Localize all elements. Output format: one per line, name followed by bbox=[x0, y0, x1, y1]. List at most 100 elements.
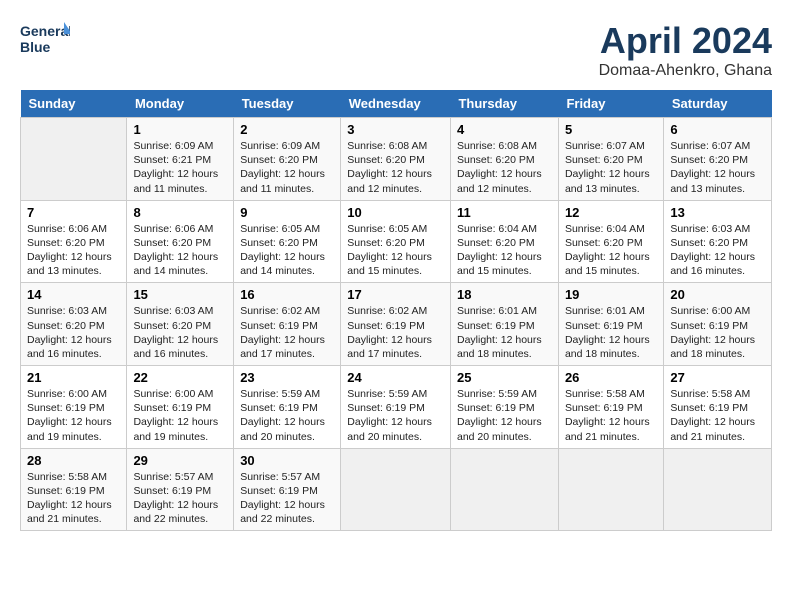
cell-text-line: Sunset: 6:19 PM bbox=[27, 484, 120, 498]
cell-text-line: Daylight: 12 hours and 18 minutes. bbox=[670, 333, 765, 361]
calendar-day-header: Sunday bbox=[21, 90, 127, 118]
cell-text-line: Daylight: 12 hours and 17 minutes. bbox=[240, 333, 334, 361]
cell-text-line: Sunset: 6:20 PM bbox=[240, 153, 334, 167]
calendar-day-header: Thursday bbox=[450, 90, 558, 118]
cell-text-line: Sunrise: 6:04 AM bbox=[565, 222, 657, 236]
calendar-cell: 24Sunrise: 5:59 AMSunset: 6:19 PMDayligh… bbox=[341, 366, 451, 449]
day-number: 9 bbox=[240, 205, 334, 220]
calendar-day-header: Wednesday bbox=[341, 90, 451, 118]
calendar-cell: 25Sunrise: 5:59 AMSunset: 6:19 PMDayligh… bbox=[450, 366, 558, 449]
cell-text-line: Sunrise: 6:04 AM bbox=[457, 222, 552, 236]
calendar-cell bbox=[341, 448, 451, 531]
calendar-cell: 18Sunrise: 6:01 AMSunset: 6:19 PMDayligh… bbox=[450, 283, 558, 366]
calendar-day-header: Tuesday bbox=[234, 90, 341, 118]
cell-text-line: Sunrise: 6:08 AM bbox=[347, 139, 444, 153]
cell-text-line: Sunset: 6:19 PM bbox=[457, 319, 552, 333]
logo: General Blue bbox=[20, 20, 70, 62]
cell-text-line: Sunset: 6:20 PM bbox=[347, 153, 444, 167]
cell-text-line: Sunset: 6:19 PM bbox=[670, 401, 765, 415]
page-header: General Blue April 2024 Domaa-Ahenkro, G… bbox=[20, 20, 772, 80]
calendar-cell: 13Sunrise: 6:03 AMSunset: 6:20 PMDayligh… bbox=[664, 200, 772, 283]
cell-text-line: Daylight: 12 hours and 21 minutes. bbox=[565, 415, 657, 443]
cell-text-line: Daylight: 12 hours and 16 minutes. bbox=[670, 250, 765, 278]
cell-text-line: Daylight: 12 hours and 15 minutes. bbox=[565, 250, 657, 278]
calendar-cell: 4Sunrise: 6:08 AMSunset: 6:20 PMDaylight… bbox=[450, 118, 558, 201]
cell-text-line: Sunset: 6:20 PM bbox=[347, 236, 444, 250]
day-number: 14 bbox=[27, 287, 120, 302]
day-number: 6 bbox=[670, 122, 765, 137]
cell-text-line: Daylight: 12 hours and 18 minutes. bbox=[457, 333, 552, 361]
title-section: April 2024 Domaa-Ahenkro, Ghana bbox=[599, 20, 772, 80]
cell-text-line: Sunset: 6:19 PM bbox=[133, 484, 227, 498]
day-number: 13 bbox=[670, 205, 765, 220]
logo-svg: General Blue bbox=[20, 20, 70, 62]
calendar-day-header: Friday bbox=[558, 90, 663, 118]
cell-text-line: Sunset: 6:19 PM bbox=[240, 319, 334, 333]
calendar-week-row: 21Sunrise: 6:00 AMSunset: 6:19 PMDayligh… bbox=[21, 366, 772, 449]
calendar-cell: 8 Sunrise: 6:06 AMSunset: 6:20 PMDaylight… bbox=[127, 200, 234, 283]
month-title: April 2024 bbox=[599, 20, 772, 62]
day-number: 5 bbox=[565, 122, 657, 137]
cell-text-line: Sunset: 6:20 PM bbox=[133, 236, 227, 250]
cell-text-line: Daylight: 12 hours and 20 minutes. bbox=[347, 415, 444, 443]
day-number: 23 bbox=[240, 370, 334, 385]
cell-text-line: Sunset: 6:19 PM bbox=[133, 401, 227, 415]
calendar-cell: 23Sunrise: 5:59 AMSunset: 6:19 PMDayligh… bbox=[234, 366, 341, 449]
cell-text-line: Sunset: 6:21 PM bbox=[133, 153, 227, 167]
calendar-cell: 15Sunrise: 6:03 AMSunset: 6:20 PMDayligh… bbox=[127, 283, 234, 366]
cell-text-line: Sunrise: 6:02 AM bbox=[347, 304, 444, 318]
cell-text-line: Sunrise: 6:06 AM bbox=[27, 222, 120, 236]
cell-text-line: Sunrise: 6:01 AM bbox=[565, 304, 657, 318]
cell-text-line: Sunrise: 5:58 AM bbox=[27, 470, 120, 484]
cell-text-line: Sunrise: 6:03 AM bbox=[27, 304, 120, 318]
day-number: 29 bbox=[133, 453, 227, 468]
cell-text-line: Sunset: 6:20 PM bbox=[670, 153, 765, 167]
cell-text-line: Sunset: 6:19 PM bbox=[565, 319, 657, 333]
calendar-cell: 6Sunrise: 6:07 AMSunset: 6:20 PMDaylight… bbox=[664, 118, 772, 201]
cell-text-line: Sunset: 6:20 PM bbox=[27, 319, 120, 333]
cell-text-line: Sunrise: 5:59 AM bbox=[347, 387, 444, 401]
cell-text-line: Sunset: 6:20 PM bbox=[133, 319, 227, 333]
day-number: 2 bbox=[240, 122, 334, 137]
cell-text-line: Sunset: 6:19 PM bbox=[347, 319, 444, 333]
calendar-cell: 30Sunrise: 5:57 AMSunset: 6:19 PMDayligh… bbox=[234, 448, 341, 531]
cell-text-line: Daylight: 12 hours and 22 minutes. bbox=[133, 498, 227, 526]
cell-text-line: Sunrise: 6:06 AM bbox=[133, 222, 227, 236]
cell-text-line: Sunset: 6:20 PM bbox=[565, 236, 657, 250]
day-number: 21 bbox=[27, 370, 120, 385]
calendar-header-row: SundayMondayTuesdayWednesdayThursdayFrid… bbox=[21, 90, 772, 118]
cell-text-line: Daylight: 12 hours and 19 minutes. bbox=[133, 415, 227, 443]
cell-text-line: Sunrise: 6:03 AM bbox=[670, 222, 765, 236]
day-number: 4 bbox=[457, 122, 552, 137]
cell-text-line: Sunrise: 6:08 AM bbox=[457, 139, 552, 153]
day-number: 17 bbox=[347, 287, 444, 302]
day-number: 11 bbox=[457, 205, 552, 220]
day-number: 30 bbox=[240, 453, 334, 468]
cell-text-line: Daylight: 12 hours and 11 minutes. bbox=[133, 167, 227, 195]
cell-text-line: Daylight: 12 hours and 18 minutes. bbox=[565, 333, 657, 361]
calendar-day-header: Saturday bbox=[664, 90, 772, 118]
cell-text-line: Daylight: 12 hours and 14 minutes. bbox=[133, 250, 227, 278]
calendar-cell bbox=[664, 448, 772, 531]
calendar-cell: 29 Sunrise: 5:57 AMSunset: 6:19 PMDayligh… bbox=[127, 448, 234, 531]
day-number: 20 bbox=[670, 287, 765, 302]
cell-text-line: Daylight: 12 hours and 16 minutes. bbox=[27, 333, 120, 361]
cell-text-line: Sunset: 6:19 PM bbox=[457, 401, 552, 415]
calendar-cell bbox=[450, 448, 558, 531]
calendar-cell: 12Sunrise: 6:04 AMSunset: 6:20 PMDayligh… bbox=[558, 200, 663, 283]
cell-text-line: Sunrise: 5:57 AM bbox=[133, 470, 227, 484]
cell-text-line: Sunrise: 6:00 AM bbox=[27, 387, 120, 401]
calendar-cell: 2Sunrise: 6:09 AMSunset: 6:20 PMDaylight… bbox=[234, 118, 341, 201]
cell-text-line: Sunset: 6:20 PM bbox=[565, 153, 657, 167]
day-number: 1 bbox=[133, 122, 227, 137]
calendar-cell: 20Sunrise: 6:00 AMSunset: 6:19 PMDayligh… bbox=[664, 283, 772, 366]
cell-text-line: Daylight: 12 hours and 13 minutes. bbox=[27, 250, 120, 278]
calendar-cell: 28Sunrise: 5:58 AMSunset: 6:19 PMDayligh… bbox=[21, 448, 127, 531]
cell-text-line: Sunrise: 5:59 AM bbox=[457, 387, 552, 401]
day-number: 8 bbox=[133, 205, 227, 220]
cell-text-line: Sunset: 6:19 PM bbox=[347, 401, 444, 415]
day-number: 19 bbox=[565, 287, 657, 302]
calendar-cell bbox=[558, 448, 663, 531]
calendar-cell: 22Sunrise: 6:00 AMSunset: 6:19 PMDayligh… bbox=[127, 366, 234, 449]
cell-text-line: Daylight: 12 hours and 12 minutes. bbox=[347, 167, 444, 195]
